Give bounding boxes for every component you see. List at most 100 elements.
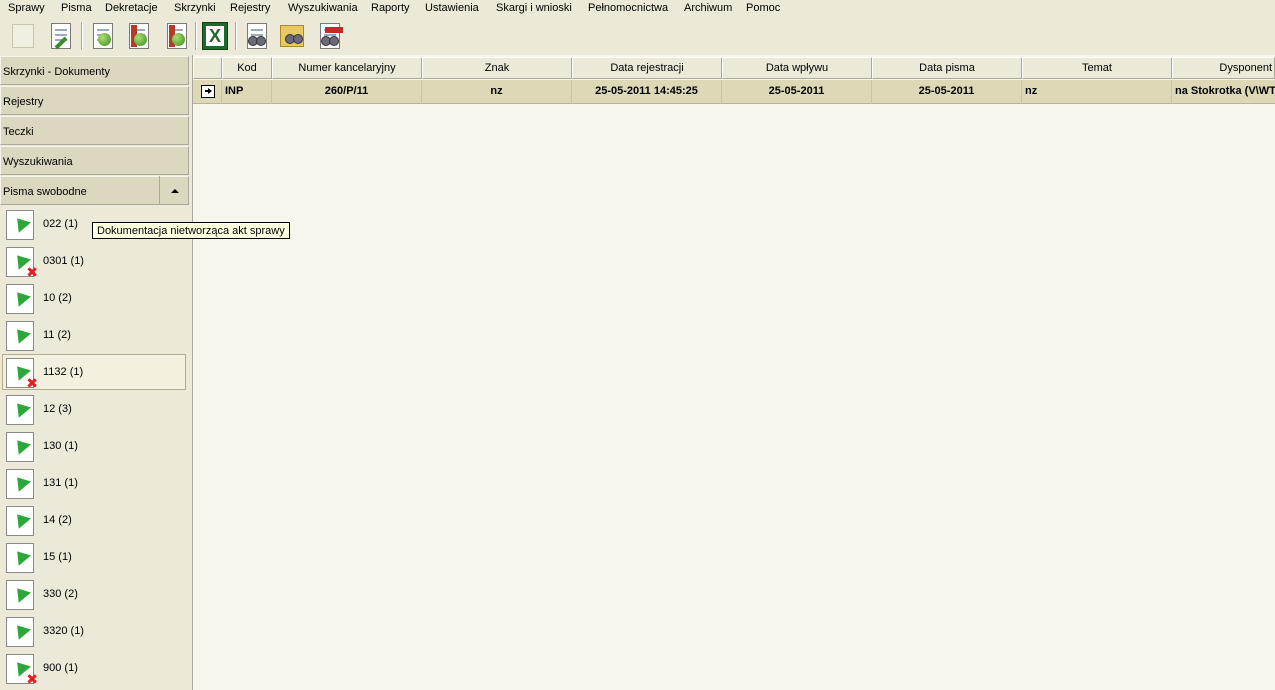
list-item-label: 10 (2) — [43, 292, 72, 304]
navigation-panel: Skrzynki - Dokumenty Rejestry Teczki Wys… — [0, 55, 190, 690]
list-item[interactable]: 130 (1) — [2, 428, 186, 464]
document-arrow-icon — [6, 284, 34, 314]
column-header-data-pisma[interactable]: Data pisma — [872, 57, 1022, 79]
menu-pisma[interactable]: Pisma — [61, 2, 92, 14]
document-arrow-icon — [6, 543, 34, 573]
document-rejected-icon: ✖ — [6, 358, 38, 391]
toolbar-separator — [195, 22, 197, 50]
cell-data-pisma: 25-05-2011 — [872, 80, 1022, 104]
list-item-label: 0301 (1) — [43, 255, 84, 267]
search-document-icon — [247, 23, 267, 49]
document-arrow-icon — [6, 395, 34, 425]
list-item[interactable]: 3320 (1) — [2, 613, 186, 649]
list-item[interactable]: 15 (1) — [2, 539, 186, 575]
nav-rejestry[interactable]: Rejestry — [0, 86, 189, 115]
list-item-label: 12 (3) — [43, 403, 72, 415]
menu-skargi[interactable]: Skargi i wnioski — [496, 2, 572, 14]
list-item[interactable]: 11 (2) — [2, 317, 186, 353]
search-document-button[interactable] — [242, 20, 272, 52]
tooltip: Dokumentacja nietworząca akt sprawy — [92, 222, 290, 239]
cell-temat: nz — [1022, 80, 1172, 104]
cell-data-rejestracji: 25-05-2011 14:45:25 — [572, 80, 722, 104]
list-item-label: 11 (2) — [43, 329, 71, 341]
list-item-label: 131 (1) — [43, 477, 78, 489]
column-header-data-rejestracji[interactable]: Data rejestracji — [572, 57, 722, 79]
menu-pelnomocnictwa[interactable]: Pełnomocnictwa — [588, 2, 668, 14]
toolbar: X — [0, 18, 1275, 54]
list-item[interactable]: ✖ 1132 (1) — [2, 354, 186, 391]
menu-wyszukiwania[interactable]: Wyszukiwania — [288, 2, 358, 14]
excel-export-button[interactable]: X — [200, 20, 230, 52]
nav-teczki[interactable]: Teczki — [0, 116, 189, 145]
new-document-icon — [12, 24, 34, 48]
cell-dysponent: na Stokrotka (V\WT — [1175, 85, 1275, 97]
list-item[interactable]: 10 (2) — [2, 280, 186, 316]
document-arrow-icon — [6, 432, 34, 462]
menu-dekretacje[interactable]: Dekretacje — [105, 2, 158, 14]
menu-ustawienia[interactable]: Ustawienia — [425, 2, 479, 14]
new-document-button[interactable] — [8, 20, 38, 52]
list-item[interactable]: 14 (2) — [2, 502, 186, 538]
list-item[interactable]: 330 (2) — [2, 576, 186, 612]
column-header-znak[interactable]: Znak — [422, 57, 572, 79]
search-folder-icon — [280, 25, 304, 47]
list-item-label: 1132 (1) — [43, 366, 84, 378]
toolbar-separator — [235, 22, 237, 50]
list-item[interactable]: 131 (1) — [2, 465, 186, 501]
list-item-label: 3320 (1) — [43, 625, 84, 637]
menu-skrzynki[interactable]: Skrzynki — [174, 2, 216, 14]
cell-znak: nz — [422, 80, 572, 104]
search-sealed-document-icon — [320, 23, 343, 49]
column-header-dysponent[interactable]: Dysponent — [1172, 57, 1275, 79]
excel-export-icon: X — [202, 22, 228, 50]
refresh-list-button[interactable] — [88, 20, 118, 52]
table-row[interactable]: INP 260/P/11 nz 25-05-2011 14:45:25 25-0… — [193, 80, 1275, 104]
refresh-red-list-button[interactable] — [124, 20, 154, 52]
list-item-label: 15 (1) — [43, 551, 72, 563]
menu-archiwum[interactable]: Archiwum — [684, 2, 732, 14]
list-item-label: 900 (1) — [43, 662, 78, 674]
list-item[interactable]: ✖ 0301 (1) — [2, 243, 186, 280]
column-header-data-wplywu[interactable]: Data wpływu — [722, 57, 872, 79]
document-arrow-icon — [6, 506, 34, 536]
refresh-list-icon — [93, 23, 113, 49]
edit-document-button[interactable] — [46, 20, 76, 52]
document-arrow-icon — [6, 580, 34, 610]
menu-raporty[interactable]: Raporty — [371, 2, 410, 14]
cell-numer: 260/P/11 — [272, 80, 422, 104]
list-item-label: 022 (1) — [43, 218, 78, 230]
column-header-temat[interactable]: Temat — [1022, 57, 1172, 79]
document-rejected-icon: ✖ — [6, 654, 38, 687]
menu-sprawy[interactable]: Sprawy — [8, 2, 45, 14]
refresh-red-list-2-button[interactable] — [162, 20, 192, 52]
row-indicator-header — [193, 57, 222, 79]
column-header-numer[interactable]: Numer kancelaryjny — [272, 57, 422, 79]
menu-pomoc[interactable]: Pomoc — [746, 2, 780, 14]
nav-wyszukiwania[interactable]: Wyszukiwania — [0, 146, 189, 175]
search-sealed-document-button[interactable] — [315, 20, 345, 52]
toolbar-separator — [81, 22, 83, 50]
column-header-kod[interactable]: Kod — [222, 57, 272, 79]
list-item[interactable]: ✖ 900 (1) — [2, 650, 186, 687]
search-folder-button[interactable] — [277, 20, 307, 52]
document-arrow-icon — [6, 469, 34, 499]
collapse-arrow-icon[interactable] — [159, 176, 189, 205]
refresh-red-list-2-icon — [167, 23, 187, 49]
document-arrow-icon — [6, 210, 34, 240]
cell-kod: INP — [222, 80, 272, 104]
document-arrow-icon — [6, 617, 34, 647]
list-item-label: 330 (2) — [43, 588, 78, 600]
menu-rejestry[interactable]: Rejestry — [230, 2, 270, 14]
menu-bar: Sprawy Pisma Dekretacje Skrzynki Rejestr… — [0, 0, 1275, 18]
incoming-document-icon — [201, 85, 215, 98]
documents-grid: Kod Numer kancelaryjny Znak Data rejestr… — [193, 55, 1275, 690]
list-item-label: 130 (1) — [43, 440, 78, 452]
refresh-red-list-icon — [129, 23, 149, 49]
document-arrow-icon — [6, 321, 34, 351]
cell-data-wplywu: 25-05-2011 — [722, 80, 872, 104]
list-item[interactable]: 12 (3) — [2, 391, 186, 427]
edit-document-icon — [51, 23, 71, 50]
list-item-label: 14 (2) — [43, 514, 72, 526]
document-rejected-icon: ✖ — [6, 247, 38, 280]
nav-skrzynki-dokumenty[interactable]: Skrzynki - Dokumenty — [0, 56, 189, 85]
